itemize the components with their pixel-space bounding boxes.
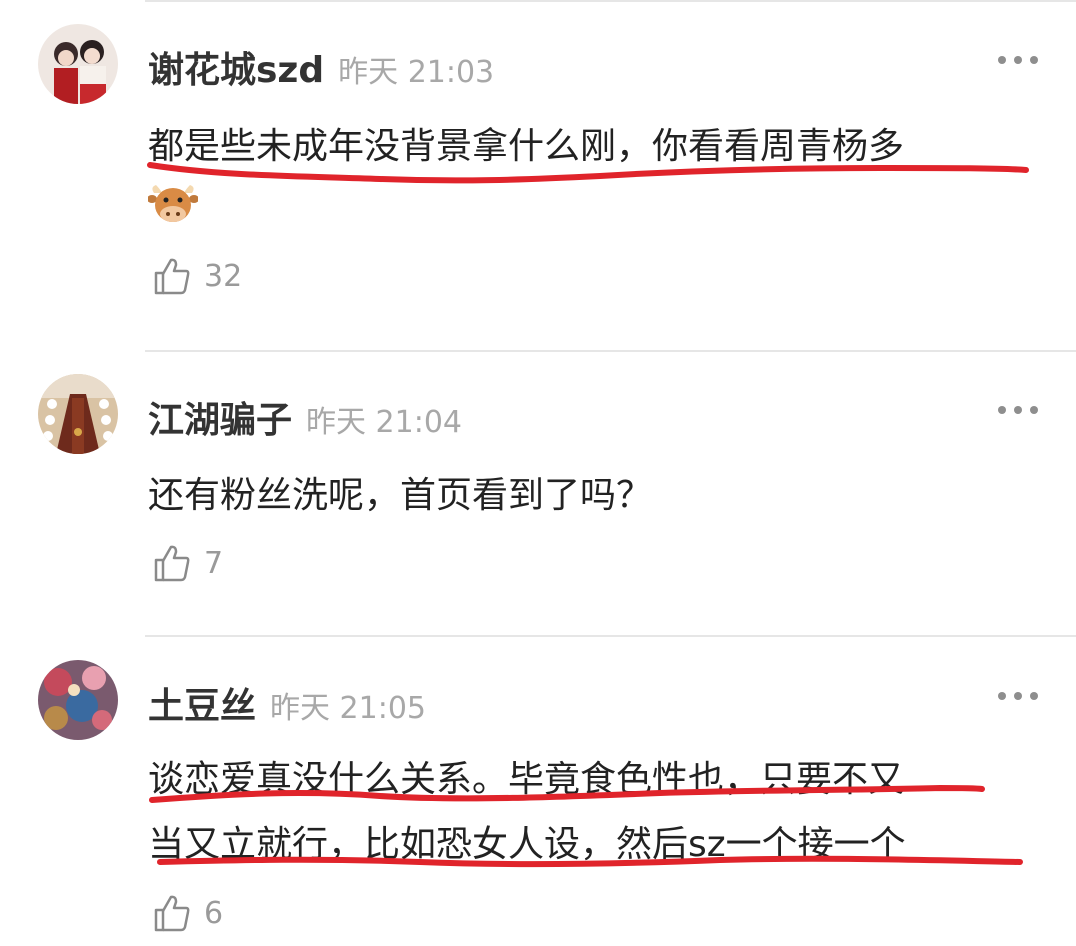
comment-divider — [145, 350, 1076, 352]
thumbs-up-icon — [154, 895, 190, 932]
more-dots-icon — [1030, 406, 1038, 414]
more-options-button[interactable] — [998, 404, 1038, 416]
like-button[interactable]: 6 — [152, 893, 223, 933]
cow-face-emoji — [147, 183, 199, 225]
top-divider — [145, 0, 1076, 2]
like-count: 32 — [204, 258, 243, 294]
avatar[interactable] — [38, 660, 118, 740]
username-text[interactable]: 江湖骗子 — [148, 400, 292, 441]
username[interactable]: 土豆丝 昨天 21:05 — [148, 677, 426, 729]
comment-time: 昨天 21:05 — [270, 691, 427, 726]
like-count: 6 — [204, 895, 224, 931]
comment-text-line: 谈恋爱真没什么关系。毕竟食色性也，只要不又 — [148, 759, 905, 800]
comment-time: 昨天 21:04 — [306, 405, 463, 440]
like-button[interactable]: 7 — [152, 543, 223, 583]
comment-divider — [145, 635, 1076, 637]
more-dots-icon — [998, 56, 1006, 64]
avatar[interactable] — [38, 374, 118, 454]
more-dots-icon — [998, 406, 1006, 414]
avatar[interactable] — [38, 24, 118, 104]
username[interactable]: 江湖骗子 昨天 21:04 — [148, 391, 462, 443]
more-dots-icon — [1014, 56, 1022, 64]
more-options-button[interactable] — [998, 690, 1038, 702]
comment-text: 还有粉丝洗呢，首页看到了吗？ — [148, 475, 653, 516]
more-dots-icon — [1014, 692, 1022, 700]
comment-time: 昨天 21:03 — [338, 55, 495, 90]
more-dots-icon — [998, 692, 1006, 700]
more-dots-icon — [1014, 406, 1022, 414]
username[interactable]: 谢花城szd 昨天 21:03 — [148, 41, 494, 93]
comment-text: 都是些未成年没背景拿什么刚，你看看周青杨多 — [148, 126, 905, 167]
more-options-button[interactable] — [998, 54, 1038, 66]
username-text[interactable]: 土豆丝 — [148, 686, 256, 727]
like-count: 7 — [204, 545, 224, 581]
more-dots-icon — [1030, 692, 1038, 700]
username-text[interactable]: 谢花城szd — [148, 50, 324, 91]
like-button[interactable]: 32 — [152, 256, 242, 296]
thumbs-up-icon — [154, 545, 190, 582]
thumbs-up-icon — [154, 258, 190, 295]
comment-text-line: 当又立就行，比如恐女人设，然后sz一个接一个 — [148, 824, 906, 865]
more-dots-icon — [1030, 56, 1038, 64]
